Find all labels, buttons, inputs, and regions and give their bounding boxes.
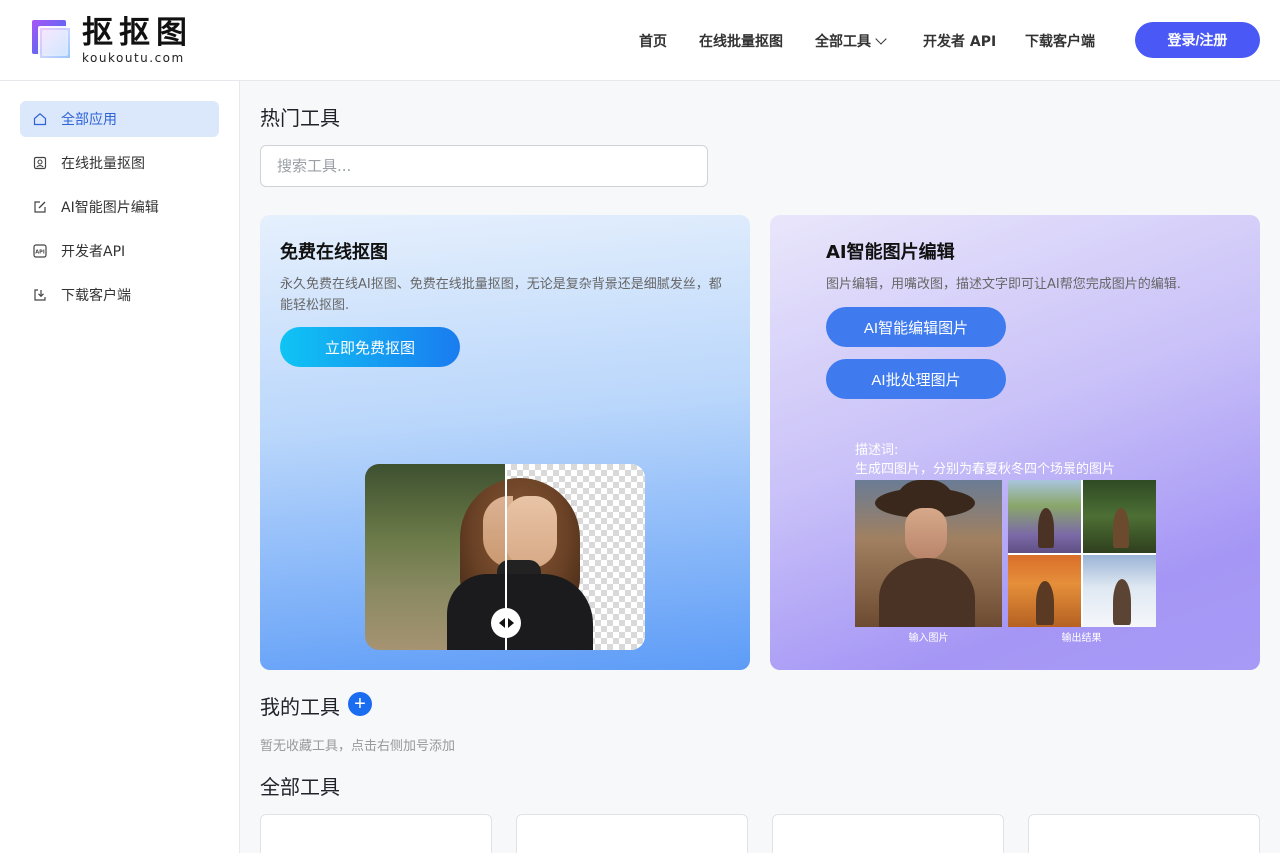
cutout-demo-image <box>365 464 645 650</box>
home-icon <box>33 112 47 126</box>
tool-card[interactable] <box>516 814 748 853</box>
free-cutout-button[interactable]: 立即免费抠图 <box>280 327 460 367</box>
sidebar-item-ai-edit[interactable]: AI智能图片编辑 <box>20 189 219 225</box>
nav-developer-api[interactable]: 开发者 API <box>923 31 996 51</box>
ai-edit-card-title: AI智能图片编辑 <box>826 242 955 263</box>
sidebar-item-batch-cutout[interactable]: 在线批量抠图 <box>20 145 219 181</box>
sidebar-item-label: 全部应用 <box>61 112 117 128</box>
sidebar-item-developer-api[interactable]: API 开发者API <box>20 233 219 269</box>
cutout-card-title: 免费在线抠图 <box>280 242 388 263</box>
nav-all-tools[interactable]: 全部工具 <box>815 31 887 51</box>
login-register-button[interactable]: 登录/注册 <box>1135 22 1260 58</box>
sidebar-item-download[interactable]: 下载客户端 <box>20 277 219 313</box>
all-tools-title: 全部工具 <box>260 775 340 799</box>
tool-card[interactable] <box>260 814 492 853</box>
compare-slider-handle[interactable] <box>491 608 521 638</box>
my-tools-title: 我的工具 <box>260 695 340 719</box>
logo-title: 抠抠图 <box>82 15 193 51</box>
cutout-card[interactable]: 免费在线抠图 永久免费在线AI抠图、免费在线批量抠图，无论是复杂背景还是细腻发丝… <box>260 215 750 670</box>
portrait-icon <box>33 156 47 170</box>
ai-output-grid <box>1008 480 1156 627</box>
sidebar-item-label: 在线批量抠图 <box>61 156 145 172</box>
ai-prompt-content: 生成四图片，分别为春夏秋冬四个场景的图片 <box>855 462 1116 477</box>
my-tools-empty-note: 暂无收藏工具，点击右侧加号添加 <box>260 739 456 754</box>
chevron-down-icon <box>875 33 887 45</box>
logo-domain: koukoutu.com <box>82 51 185 65</box>
cutout-card-desc: 永久免费在线AI抠图、免费在线批量抠图，无论是复杂背景还是细腻发丝，都能轻松抠图… <box>280 277 722 313</box>
ai-prompt-text: 描述词: 生成四图片，分别为春夏秋冬四个场景的图片 <box>855 441 1115 479</box>
nav-download-client[interactable]: 下载客户端 <box>1025 31 1095 51</box>
ai-prompt-label: 描述词: <box>855 443 899 458</box>
sidebar: 全部应用 在线批量抠图 AI智能图片编辑 API 开发者API 下载客户端 <box>0 81 240 853</box>
ai-batch-image-button[interactable]: AI批处理图片 <box>826 359 1006 399</box>
sidebar-item-label: 下载客户端 <box>61 288 131 304</box>
sidebar-item-label: 开发者API <box>61 244 126 260</box>
nav-batch-cutout[interactable]: 在线批量抠图 <box>699 31 783 51</box>
add-tool-button[interactable]: + <box>348 692 372 716</box>
nav-home[interactable]: 首页 <box>639 31 667 51</box>
api-icon: API <box>33 244 47 258</box>
tool-card[interactable] <box>772 814 1004 853</box>
tool-search-input[interactable] <box>260 145 708 187</box>
ai-input-caption: 输入图片 <box>908 633 949 644</box>
ai-edit-card-desc: 图片编辑，用嘴改图，描述文字即可让AI帮您完成图片的编辑. <box>826 277 1181 292</box>
download-icon <box>33 288 47 302</box>
site-logo[interactable]: 抠抠图 koukoutu.com <box>32 17 193 65</box>
plus-icon: + <box>354 693 366 715</box>
edit-icon <box>33 200 47 214</box>
arrow-right-icon <box>507 618 514 628</box>
tool-card[interactable] <box>1028 814 1260 853</box>
svg-text:API: API <box>35 249 45 255</box>
ai-output-caption: 输出结果 <box>1061 633 1102 644</box>
arrow-left-icon <box>498 618 505 628</box>
hot-tools-title: 热门工具 <box>260 106 340 130</box>
ai-edit-image-button[interactable]: AI智能编辑图片 <box>826 307 1006 347</box>
top-header: 抠抠图 koukoutu.com 首页 在线批量抠图 全部工具 开发者 API … <box>0 0 1280 81</box>
logo-mark-icon <box>32 20 74 62</box>
sidebar-item-all-apps[interactable]: 全部应用 <box>20 101 219 137</box>
ai-edit-card[interactable]: AI智能图片编辑 图片编辑，用嘴改图，描述文字即可让AI帮您完成图片的编辑. A… <box>770 215 1260 670</box>
ai-input-image <box>855 480 1002 627</box>
nav-all-tools-label: 全部工具 <box>815 34 871 50</box>
sidebar-item-label: AI智能图片编辑 <box>61 200 159 216</box>
